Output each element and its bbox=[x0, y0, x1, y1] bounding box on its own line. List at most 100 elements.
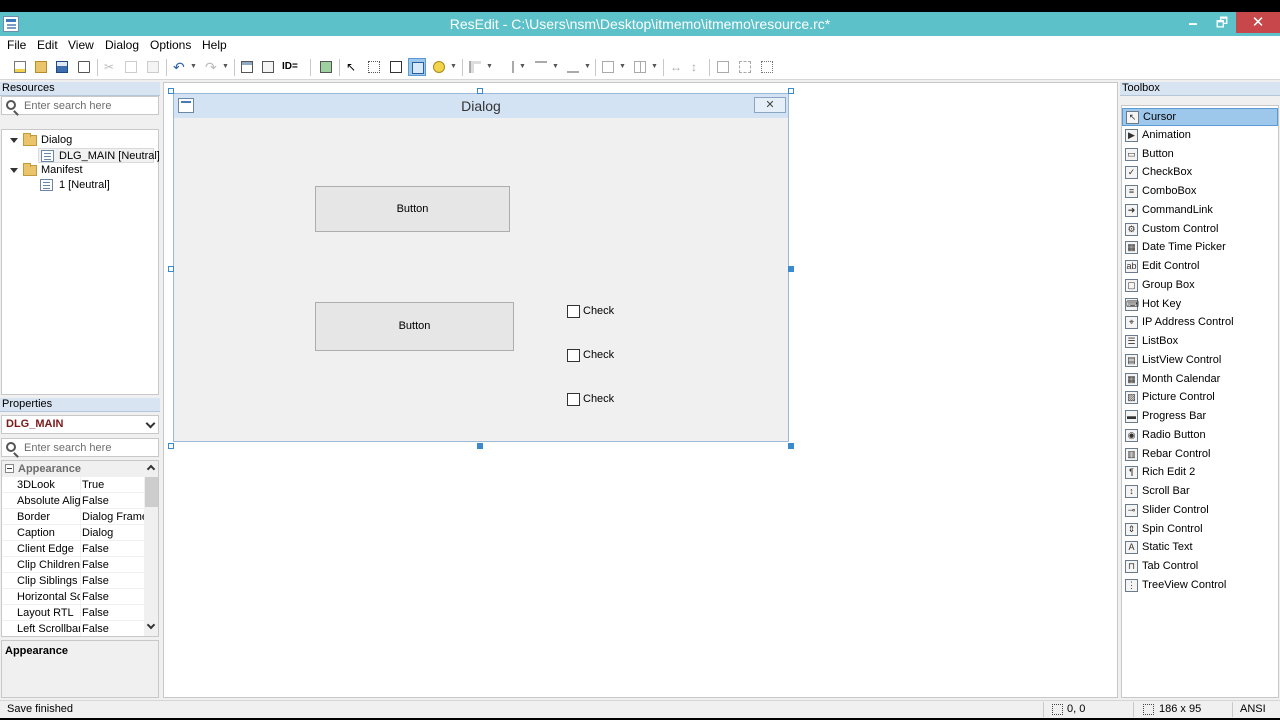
toolbox-item-animation[interactable]: ▶ Animation bbox=[1122, 127, 1278, 145]
dialog-check-2[interactable]: Check bbox=[567, 349, 627, 363]
save-icon[interactable] bbox=[53, 58, 71, 76]
dialog-preview[interactable]: Dialog ✕ Button Button Check Check Check bbox=[173, 93, 789, 442]
align-right-icon[interactable] bbox=[499, 58, 517, 76]
toolbox-item-rich-edit-2[interactable]: ¶ Rich Edit 2 bbox=[1122, 464, 1278, 482]
copy-icon[interactable] bbox=[122, 58, 140, 76]
menu-edit[interactable]: Edit bbox=[37, 38, 58, 52]
maximize-button[interactable]: 🗗 bbox=[1208, 12, 1236, 33]
toolbox-item-radio-button[interactable]: ◉ Radio Button bbox=[1122, 427, 1278, 445]
redo-dropdown[interactable]: ▼ bbox=[222, 59, 230, 75]
minimize-button[interactable]: 🗕 bbox=[1178, 12, 1208, 33]
menu-dialog[interactable]: Dialog bbox=[105, 38, 139, 52]
property-row[interactable]: Client Edge False bbox=[2, 541, 144, 557]
property-value[interactable]: False bbox=[82, 573, 109, 589]
resize-handle-n[interactable] bbox=[477, 88, 483, 94]
height-icon[interactable]: ↕ bbox=[688, 58, 706, 76]
toolbox-item-slider-control[interactable]: ⊸ Slider Control bbox=[1122, 502, 1278, 520]
toolbox-item-rebar-control[interactable]: ▥ Rebar Control bbox=[1122, 446, 1278, 464]
print-preview-icon[interactable] bbox=[75, 58, 93, 76]
dialog-close-button[interactable]: ✕ bbox=[754, 97, 786, 113]
property-value[interactable]: False bbox=[82, 557, 109, 573]
toolbox-item-hot-key[interactable]: ⌨ Hot Key bbox=[1122, 296, 1278, 314]
guides-icon[interactable] bbox=[408, 58, 426, 76]
property-value[interactable]: True bbox=[82, 477, 104, 493]
size-icon[interactable] bbox=[736, 58, 754, 76]
property-row[interactable]: Layout RTL False bbox=[2, 605, 144, 621]
toolbox-item-cursor[interactable]: ↖ Cursor bbox=[1122, 108, 1278, 126]
property-value[interactable]: Dialog Frame bbox=[82, 509, 148, 525]
snap-icon[interactable] bbox=[387, 58, 405, 76]
toolbox-item-ip-address-control[interactable]: ⌖ IP Address Control bbox=[1122, 314, 1278, 332]
tree-item-dlg-main[interactable]: DLG_MAIN [Neutral] bbox=[38, 148, 160, 163]
toolbox-item-scroll-bar[interactable]: ↕ Scroll Bar bbox=[1122, 483, 1278, 501]
align-left-icon[interactable] bbox=[466, 58, 484, 76]
toolbox-item-listbox[interactable]: ☰ ListBox bbox=[1122, 333, 1278, 351]
toolbox-item-commandlink[interactable]: ➜ CommandLink bbox=[1122, 202, 1278, 220]
resize-handle-s[interactable] bbox=[477, 443, 483, 449]
align-top-icon[interactable] bbox=[532, 58, 550, 76]
toolbox-item-custom-control[interactable]: ⚙ Custom Control bbox=[1122, 221, 1278, 239]
toolbox-item-progress-bar[interactable]: ▬ Progress Bar bbox=[1122, 408, 1278, 426]
resize-handle-e[interactable] bbox=[788, 266, 794, 272]
checkbox-icon[interactable] bbox=[567, 349, 580, 362]
dialog-button-2[interactable]: Button bbox=[315, 302, 514, 351]
property-row[interactable]: Absolute Align False bbox=[2, 493, 144, 509]
scroll-down-icon[interactable] bbox=[146, 620, 156, 630]
emoji-dropdown[interactable]: ▼ bbox=[450, 59, 458, 75]
toolbox-item-date-time-picker[interactable]: ▦ Date Time Picker bbox=[1122, 239, 1278, 257]
property-row[interactable]: Left Scrollbar False bbox=[2, 621, 144, 636]
tree-item-manifest-1[interactable]: 1 [Neutral] bbox=[40, 178, 150, 193]
property-row[interactable]: Clip Children False bbox=[2, 557, 144, 573]
resize-handle-sw[interactable] bbox=[168, 443, 174, 449]
tree-item-manifest[interactable]: Manifest bbox=[10, 163, 150, 178]
center-dropdown[interactable]: ▼ bbox=[619, 59, 627, 75]
property-value[interactable]: False bbox=[82, 605, 109, 621]
resources-search-input[interactable] bbox=[24, 98, 154, 113]
align-left-dropdown[interactable]: ▼ bbox=[486, 59, 494, 75]
toolbox-item-picture-control[interactable]: ▨ Picture Control bbox=[1122, 389, 1278, 407]
dialog-view-icon[interactable] bbox=[238, 58, 256, 76]
menu-options[interactable]: Options bbox=[150, 38, 191, 52]
toolbox-item-button[interactable]: ▭ Button bbox=[1122, 146, 1278, 164]
design-canvas[interactable]: Dialog ✕ Button Button Check Check Check bbox=[163, 82, 1118, 698]
resize-icon[interactable] bbox=[714, 58, 732, 76]
undo-dropdown[interactable]: ▼ bbox=[190, 59, 198, 75]
undo-icon[interactable]: ↶ bbox=[170, 58, 188, 76]
scroll-thumb[interactable] bbox=[145, 477, 158, 507]
property-row[interactable]: 3DLook True bbox=[2, 477, 144, 493]
resources-search[interactable] bbox=[1, 96, 159, 115]
toolbox-item-treeview-control[interactable]: ⋮ TreeView Control bbox=[1122, 577, 1278, 595]
property-row[interactable]: Horizontal ScrollFalse bbox=[2, 589, 144, 605]
property-row[interactable]: Caption Dialog bbox=[2, 525, 144, 541]
menu-file[interactable]: File bbox=[7, 38, 26, 52]
toolbox-item-group-box[interactable]: ▢ Group Box bbox=[1122, 277, 1278, 295]
grid-icon[interactable] bbox=[365, 58, 383, 76]
space-icon[interactable] bbox=[631, 58, 649, 76]
space-dropdown[interactable]: ▼ bbox=[651, 59, 659, 75]
emoji-icon[interactable] bbox=[430, 58, 448, 76]
toolbox-item-tab-control[interactable]: ⊓ Tab Control bbox=[1122, 558, 1278, 576]
properties-search[interactable] bbox=[1, 438, 159, 457]
property-value[interactable]: False bbox=[82, 621, 109, 636]
width-icon[interactable]: ↔ bbox=[667, 58, 685, 76]
id-icon[interactable]: ID= bbox=[280, 58, 304, 76]
dialog-title-bar[interactable]: Dialog ✕ bbox=[174, 94, 788, 118]
toolbox-item-combobox[interactable]: ≡ ComboBox bbox=[1122, 183, 1278, 201]
toolbox-item-month-calendar[interactable]: ▦ Month Calendar bbox=[1122, 371, 1278, 389]
toolbox-item-listview-control[interactable]: ▤ ListView Control bbox=[1122, 352, 1278, 370]
menu-help[interactable]: Help bbox=[202, 38, 227, 52]
properties-search-input[interactable] bbox=[24, 440, 154, 455]
close-button[interactable]: ✕ bbox=[1236, 12, 1280, 33]
new-file-icon[interactable] bbox=[11, 58, 29, 76]
scroll-up-icon[interactable] bbox=[146, 464, 156, 474]
dialog-check-1[interactable]: Check bbox=[567, 305, 627, 319]
property-value[interactable]: False bbox=[82, 493, 109, 509]
category-appearance[interactable]: Appearance bbox=[2, 461, 144, 477]
center-icon[interactable] bbox=[599, 58, 617, 76]
redo-icon[interactable]: ↷ bbox=[202, 58, 220, 76]
collapse-icon[interactable] bbox=[10, 168, 18, 173]
select-cursor-icon[interactable]: ↖ bbox=[343, 58, 361, 76]
property-value[interactable]: False bbox=[82, 541, 109, 557]
toolbox-item-spin-control[interactable]: ⇕ Spin Control bbox=[1122, 521, 1278, 539]
object-selector[interactable]: DLG_MAIN bbox=[1, 415, 159, 434]
